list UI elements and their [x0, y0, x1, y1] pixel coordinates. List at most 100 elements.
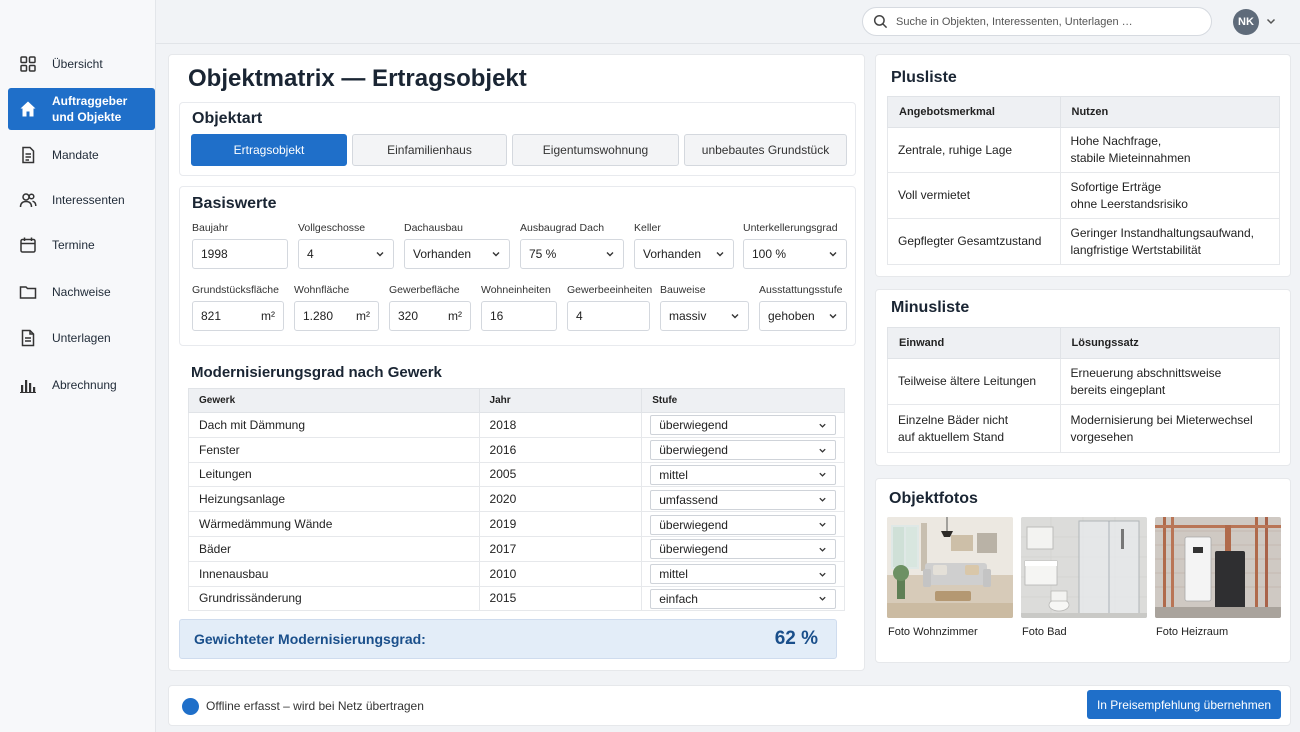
minusliste-table: Einwand Lösungssatz Teilweise ältere Lei… [887, 327, 1281, 453]
objektart-option-unbebautes-grundstueck[interactable]: unbebautes Grundstück [684, 134, 847, 166]
ausbaugrad-dach-select[interactable]: 75 % [520, 239, 624, 269]
field-label-baujahr: Baujahr [192, 222, 229, 234]
living-room-image [887, 517, 1013, 618]
folder-icon [18, 282, 38, 302]
gewerk-cell: Grundrissänderung [188, 586, 480, 612]
objektart-option-ertragsobjekt[interactable]: Ertragsobjekt [191, 134, 347, 166]
document-icon [18, 145, 38, 165]
section-title: Objektart [192, 110, 263, 127]
gewerbeeinheiten-input[interactable]: 4 [567, 301, 650, 331]
keller-select[interactable]: Vorhanden [634, 239, 734, 269]
ausstattungsstufe-select[interactable]: gehoben [759, 301, 847, 331]
field-label-vollgeschosse: Vollgeschosse [298, 222, 366, 234]
stufe-cell: einfach [641, 586, 845, 612]
vollgeschosse-select[interactable]: 4 [298, 239, 394, 269]
field-label-gewerbeflaeche: Gewerbefläche [389, 284, 460, 296]
jahr-cell: 2017 [478, 536, 643, 562]
sidebar-item-unterlagen[interactable]: Unterlagen [8, 317, 155, 359]
objektart-option-eigentumswohnung[interactable]: Eigentumswohnung [512, 134, 679, 166]
sidebar-item-label: Auftraggeber und Objekte [52, 94, 128, 124]
card-title: Objektfotos [889, 490, 978, 507]
photo-heizraum[interactable] [1155, 517, 1281, 618]
column-header: Lösungssatz [1059, 327, 1281, 359]
chevron-down-icon [819, 547, 826, 552]
sidebar-item-uebersicht[interactable]: Übersicht [8, 43, 155, 85]
offline-status-indicator [182, 698, 199, 715]
stufe-select[interactable]: überwiegend [650, 440, 836, 461]
dachausbau-select[interactable]: Vorhanden [404, 239, 510, 269]
avatar[interactable]: NK [1233, 9, 1259, 35]
file-text-icon [18, 328, 38, 348]
users-icon [18, 190, 38, 210]
objektart-option-einfamilienhaus[interactable]: Einfamilienhaus [352, 134, 507, 166]
chevron-down-icon [819, 597, 826, 602]
bar-chart-icon [18, 375, 38, 395]
table-row: Bäder 2017 überwiegend [188, 536, 845, 562]
loesung-cell: Erneuerung abschnittsweise bereits eingep… [1059, 358, 1281, 405]
sidebar-item-termine[interactable]: Termine [8, 224, 155, 266]
table-row: Zentrale, ruhige Lage Hohe Nachfrage, sta… [887, 127, 1280, 173]
jahr-cell: 2019 [478, 511, 643, 537]
plusliste-table: Angebotsmerkmal Nutzen Zentrale, ruhige … [887, 96, 1280, 265]
stufe-select[interactable]: überwiegend [650, 514, 836, 535]
unterkellerungsgrad-select[interactable]: 100 % [743, 239, 847, 269]
table-row: Wärmedämmung Wände 2019 überwiegend [188, 511, 845, 537]
baujahr-input[interactable]: 1998 [192, 239, 288, 269]
stufe-cell: überwiegend [641, 437, 845, 463]
chevron-down-icon [829, 252, 837, 257]
sidebar-item-nachweise[interactable]: Nachweise [8, 271, 155, 313]
chevron-down-icon [819, 572, 826, 577]
photo-bad[interactable] [1021, 517, 1147, 618]
field-label-gewerbeeinheiten: Gewerbeeinheiten [567, 284, 653, 296]
chevron-down-icon [819, 497, 826, 503]
stufe-select[interactable]: überwiegend [650, 539, 836, 560]
sidebar: Übersicht Auftraggeber und Objekte Manda… [0, 0, 156, 732]
column-header: Stufe [641, 388, 845, 413]
sidebar-item-label: Abrechnung [52, 378, 117, 392]
table-row: Heizungsanlage 2020 umfassend [188, 486, 845, 513]
sidebar-item-auftraggeber[interactable]: Auftraggeber und Objekte [8, 88, 155, 130]
card-title: Plusliste [891, 69, 957, 86]
grundstuecksflaeche-input[interactable]: 821 m² [192, 301, 284, 331]
stufe-select[interactable]: einfach [650, 588, 836, 609]
sidebar-item-interessenten[interactable]: Interessenten [8, 179, 155, 221]
wohneinheiten-input[interactable]: 16 [481, 301, 557, 331]
unit-label: m² [356, 309, 370, 323]
heating-room-image [1155, 517, 1281, 618]
topbar: NK [156, 0, 1300, 44]
sidebar-item-abrechnung[interactable]: Abrechnung [8, 364, 155, 406]
in-preisempfehlung-uebernehmen-button[interactable]: In Preisempfehlung übernehmen [1087, 690, 1281, 719]
table-header-row: Angebotsmerkmal Nutzen [887, 96, 1280, 128]
jahr-cell: 2005 [478, 462, 643, 488]
column-header: Jahr [478, 388, 643, 413]
einwand-cell: Einzelne Bäder nicht auf aktuellem Stand [887, 404, 1061, 453]
calendar-icon [18, 235, 38, 255]
stufe-select[interactable]: mittel [650, 464, 836, 485]
field-label-ausbaugrad-dach: Ausbaugrad Dach [520, 222, 605, 234]
page-title: Objektmatrix — Ertragsobjekt [188, 65, 527, 92]
sidebar-item-mandate[interactable]: Mandate [8, 134, 155, 176]
weighted-modernisierungsgrad: Gewichteter Modernisierungsgrad: 62 % [179, 619, 837, 659]
search-input[interactable] [896, 15, 1196, 28]
table-row: Gepflegter Gesamtzustand Geringer Instan… [887, 218, 1280, 265]
stufe-select[interactable]: mittel [650, 564, 836, 585]
search-box[interactable] [862, 7, 1212, 36]
bottom-bar: Offline erfasst – wird bei Netz übertrag… [168, 685, 1291, 726]
basiswerte-section: Basiswerte Baujahr Vollgeschosse Dachaus… [179, 186, 856, 346]
stufe-select[interactable]: überwiegend [650, 415, 836, 436]
section-title: Modernisierungsgrad nach Gewerk [191, 364, 442, 381]
table-row: Dach mit Dämmung 2018 überwiegend [188, 412, 845, 438]
field-label-wohneinheiten: Wohneinheiten [481, 284, 551, 296]
chevron-down-icon[interactable] [1265, 15, 1277, 27]
gewerbeflaeche-input[interactable]: 320 m² [389, 301, 471, 331]
main-card: Objektmatrix — Ertragsobjekt Objektart E… [168, 54, 865, 671]
chevron-down-icon [606, 252, 614, 257]
wohnflaeche-input[interactable]: 1.280 m² [294, 301, 379, 331]
chevron-down-icon [819, 473, 826, 478]
table-header-row: Gewerk Jahr Stufe [188, 388, 845, 413]
stufe-select[interactable]: umfassend [650, 489, 836, 510]
gewerk-cell: Innenausbau [188, 561, 480, 587]
stufe-cell: mittel [641, 462, 845, 488]
photo-wohnzimmer[interactable] [887, 517, 1013, 618]
bauweise-select[interactable]: massiv [660, 301, 749, 331]
